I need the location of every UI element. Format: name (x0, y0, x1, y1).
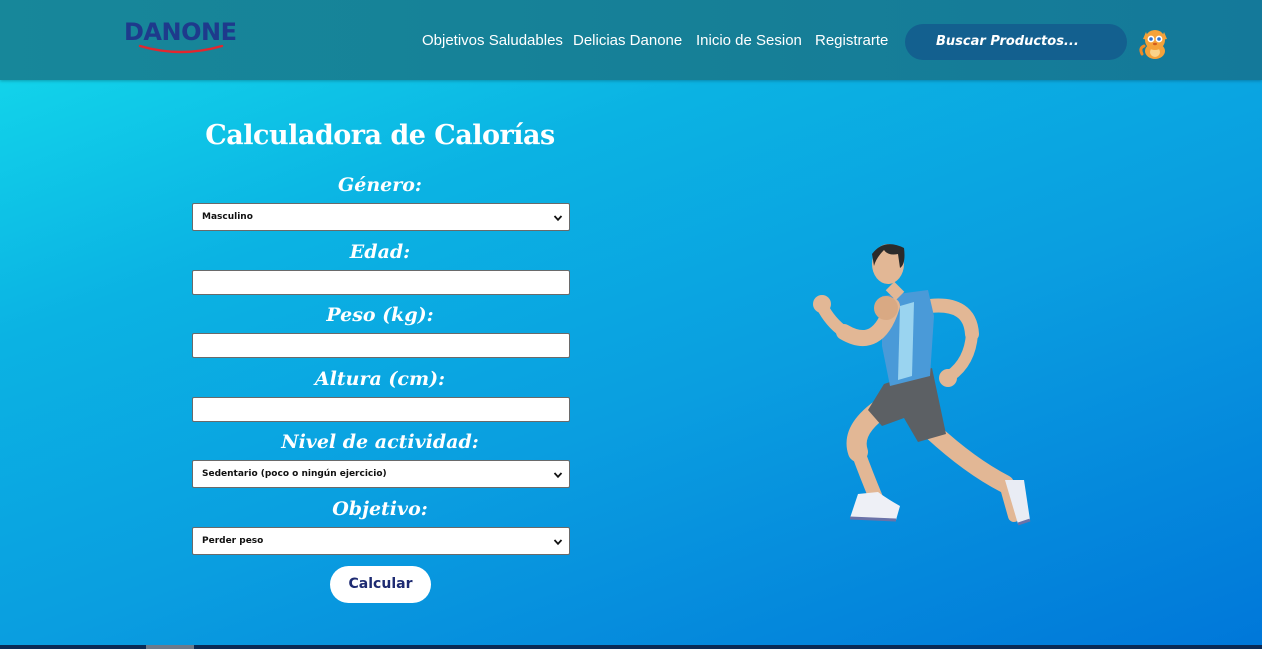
danone-logo[interactable]: DANONE (124, 18, 244, 62)
calculate-button[interactable]: Calcular (330, 566, 431, 603)
goal-label: Objetivo: (332, 498, 428, 520)
hero-section (0, 80, 1262, 649)
activity-select[interactable]: Sedentario (poco o ningún ejercicio) (192, 460, 570, 488)
gender-select[interactable]: Masculino (192, 203, 570, 231)
activity-select-value: Sedentario (poco o ningún ejercicio) (202, 469, 387, 479)
goal-select[interactable]: Perder peso (192, 527, 570, 555)
nav-link-inicio-sesion[interactable]: Inicio de Sesion (696, 32, 802, 49)
age-input[interactable] (192, 270, 570, 295)
nav-link-registrarte[interactable]: Registrarte (815, 32, 888, 49)
logo-swoosh-icon (138, 44, 224, 54)
gender-label: Género: (338, 174, 422, 196)
chevron-down-icon (553, 539, 563, 546)
nav-link-objetivos[interactable]: Objetivos Saludables (422, 32, 563, 49)
height-label: Altura (cm): (314, 368, 446, 390)
activity-label: Nivel de actividad: (281, 431, 479, 453)
nav-link-delicias[interactable]: Delicias Danone (573, 32, 682, 49)
weight-input[interactable] (192, 333, 570, 358)
scroll-indicator (146, 645, 194, 649)
search-input[interactable]: Buscar Productos... (905, 24, 1127, 60)
top-navbar: DANONE Objetivos Saludables Delicias Dan… (0, 0, 1262, 80)
weight-label: Peso (kg): (326, 304, 434, 326)
height-input[interactable] (192, 397, 570, 422)
cat-mascot-icon[interactable] (1136, 24, 1172, 60)
chevron-down-icon (553, 472, 563, 479)
gender-select-value: Masculino (202, 212, 253, 222)
logo-wordmark: DANONE (124, 18, 237, 46)
goal-select-value: Perder peso (202, 536, 264, 546)
running-man-icon (800, 236, 1040, 528)
age-label: Edad: (349, 241, 411, 263)
search-placeholder: Buscar Productos... (936, 34, 1079, 49)
chevron-down-icon (553, 215, 563, 222)
calculator-title: Calculadora de Calorías (205, 120, 555, 151)
